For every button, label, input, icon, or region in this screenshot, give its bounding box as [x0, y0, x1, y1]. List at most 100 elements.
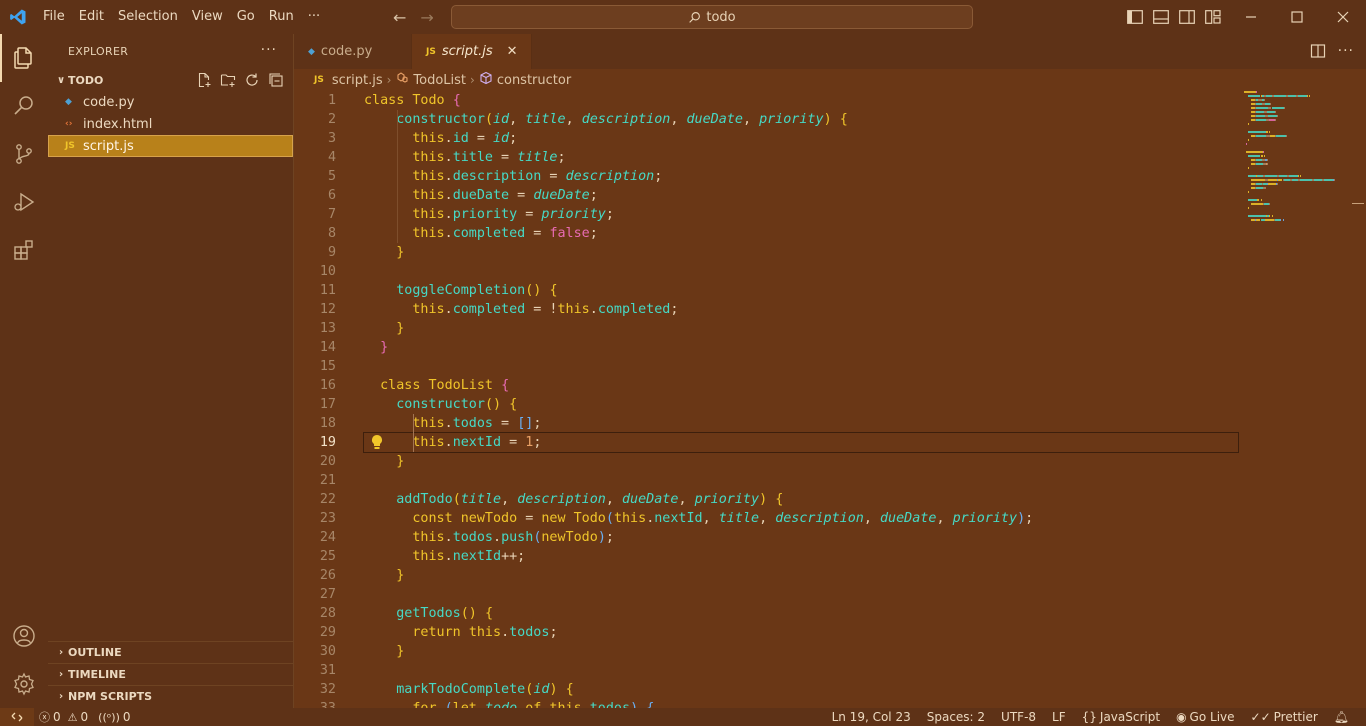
code-line[interactable]: this.nextId++; [364, 547, 1238, 566]
back-arrow-icon[interactable]: ← [393, 8, 406, 27]
npm-scripts-section[interactable]: › NPM SCRIPTS [48, 685, 294, 707]
language-mode[interactable]: {} JavaScript [1077, 710, 1165, 724]
minimap[interactable] [1244, 91, 1354, 231]
source-control-icon[interactable] [0, 130, 48, 178]
minimap-mark [1264, 175, 1277, 177]
outline-section[interactable]: › OUTLINE [48, 641, 294, 663]
notifications-bell-icon[interactable]: 🔔︎ [1329, 710, 1354, 724]
explorer-files-icon[interactable] [0, 34, 48, 82]
code-line[interactable]: constructor(id, title, description, dueD… [364, 110, 1238, 129]
customize-layout-icon[interactable] [1204, 8, 1222, 26]
extensions-icon[interactable] [0, 226, 48, 274]
breadcrumb-file[interactable]: script.js [332, 73, 383, 88]
code-line[interactable]: return this.todos; [364, 623, 1238, 642]
indentation[interactable]: Spaces: 2 [922, 710, 990, 724]
code-line[interactable]: getTodos() { [364, 604, 1238, 623]
code-line[interactable]: this.dueDate = dueDate; [364, 186, 1238, 205]
code-line[interactable]: } [364, 243, 1238, 262]
code-line[interactable]: this.description = description; [364, 167, 1238, 186]
code-line[interactable]: for (let todo of this.todos) { [364, 699, 1238, 708]
minimap-mark [1256, 187, 1263, 189]
prettier-button[interactable]: ✓✓ Prettier [1246, 710, 1323, 724]
code-line[interactable]: constructor() { [364, 395, 1238, 414]
close-tab-icon[interactable]: ✕ [507, 44, 518, 59]
code-line[interactable]: } [364, 338, 1238, 357]
menu-item[interactable]: Selection [111, 0, 185, 34]
code-line[interactable]: this.id = id; [364, 129, 1238, 148]
code-line[interactable]: } [364, 566, 1238, 585]
code-line[interactable]: this.title = title; [364, 148, 1238, 167]
code-lines[interactable]: class Todo { constructor(id, title, desc… [363, 91, 1239, 708]
folder-todo[interactable]: ∨ TODO [48, 69, 293, 91]
manage-gear-icon[interactable] [0, 660, 48, 708]
toggle-primary-sidebar-icon[interactable] [1126, 8, 1144, 26]
minimap-mark [1248, 155, 1261, 157]
code-line[interactable]: const newTodo = new Todo(this.nextId, ti… [364, 509, 1238, 528]
new-folder-icon[interactable] [219, 71, 237, 89]
breadcrumb-method[interactable]: constructor [497, 73, 571, 88]
toggle-panel-icon[interactable] [1152, 8, 1170, 26]
end-of-line[interactable]: LF [1047, 710, 1071, 724]
more-actions-icon[interactable]: ··· [261, 42, 277, 58]
menu-item[interactable]: File [36, 0, 72, 34]
scrollbar-indicator[interactable] [1352, 203, 1364, 204]
collapse-all-icon[interactable] [267, 71, 285, 89]
maximize-icon[interactable] [1274, 0, 1320, 34]
timeline-section[interactable]: › TIMELINE [48, 663, 294, 685]
file-item[interactable]: ‹› index.html [48, 113, 293, 135]
chevron-down-icon: ∨ [56, 74, 66, 86]
refresh-icon[interactable] [243, 71, 261, 89]
run-and-debug-icon[interactable] [0, 178, 48, 226]
problems-indicator[interactable]: ⓧ 0 ⚠ 0 [34, 709, 93, 725]
new-file-icon[interactable] [195, 71, 213, 89]
code-editor[interactable]: 1 2 3 4 5 6 7 8 9 10 11 12 13 14 15 16 17 18 19 20 21 22 23 24 2… [294, 91, 1366, 708]
command-center-search[interactable]: todo [451, 5, 973, 29]
menu-item[interactable]: Go [230, 0, 262, 34]
menu-item[interactable]: Edit [72, 0, 111, 34]
code-line[interactable]: } [364, 452, 1238, 471]
code-line[interactable]: addTodo(title, description, dueDate, pri… [364, 490, 1238, 509]
accounts-icon[interactable] [0, 612, 48, 660]
code-line[interactable]: class TodoList { [364, 376, 1238, 395]
remote-indicator-icon[interactable] [0, 708, 34, 726]
code-line[interactable] [364, 585, 1238, 604]
toggle-secondary-sidebar-icon[interactable] [1178, 8, 1196, 26]
code-line[interactable]: class Todo { [364, 91, 1238, 110]
menu-item[interactable]: View [185, 0, 230, 34]
breadcrumb-class[interactable]: TodoList [413, 73, 466, 88]
close-window-icon[interactable] [1320, 0, 1366, 34]
code-line[interactable]: toggleCompletion() { [364, 281, 1238, 300]
code-line[interactable]: this.completed = false; [364, 224, 1238, 243]
forward-arrow-icon[interactable]: → [420, 8, 433, 27]
minimap-mark [1248, 175, 1257, 177]
code-line[interactable] [364, 262, 1238, 281]
code-line[interactable]: this.priority = priority; [364, 205, 1238, 224]
code-line[interactable]: this.nextId = 1; [363, 432, 1239, 453]
ports-indicator[interactable]: ((ᵒ)) 0 [93, 710, 135, 724]
lightbulb-icon[interactable] [370, 434, 384, 450]
code-line[interactable]: } [364, 642, 1238, 661]
editor-more-icon[interactable]: ··· [1338, 43, 1354, 63]
outline-label: OUTLINE [68, 646, 122, 659]
go-live-button[interactable]: ◉ Go Live [1171, 710, 1239, 724]
menu-more-icon[interactable]: ··· [301, 0, 327, 34]
encoding[interactable]: UTF-8 [996, 710, 1041, 724]
search-view-icon[interactable] [0, 82, 48, 130]
code-line[interactable]: } [364, 319, 1238, 338]
code-line[interactable]: this.completed = !this.completed; [364, 300, 1238, 319]
minimize-icon[interactable] [1228, 0, 1274, 34]
code-line[interactable]: this.todos = []; [364, 414, 1238, 433]
code-line[interactable]: this.todos.push(newTodo); [364, 528, 1238, 547]
file-item[interactable]: JS script.js [48, 135, 293, 157]
file-item[interactable]: ◆ code.py [48, 91, 293, 113]
warning-count: 0 [80, 710, 89, 724]
code-line[interactable] [364, 471, 1238, 490]
code-line[interactable] [364, 661, 1238, 680]
code-line[interactable] [364, 357, 1238, 376]
code-line[interactable]: markTodoComplete(id) { [364, 680, 1238, 699]
split-editor-icon[interactable] [1310, 43, 1326, 63]
cursor-position[interactable]: Ln 19, Col 23 [827, 710, 916, 724]
tab-code-py[interactable]: ◆ code.py [294, 34, 412, 69]
tab-script-js[interactable]: JS script.js ✕ [412, 34, 532, 69]
menu-item[interactable]: Run [262, 0, 301, 34]
